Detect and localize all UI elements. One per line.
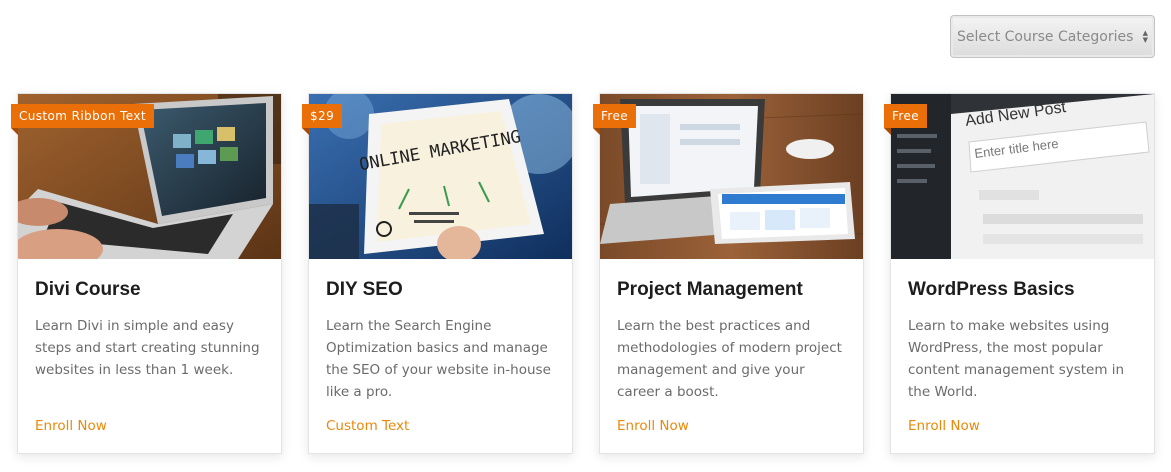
course-category-select[interactable]: Select Course Categories ▲ ▼: [950, 15, 1155, 58]
ribbon-badge: Custom Ribbon Text: [11, 104, 154, 135]
course-description: Learn to make websites using WordPress, …: [908, 318, 1125, 400]
course-title[interactable]: WordPress Basics: [908, 279, 1144, 301]
course-image-laptop-tablet[interactable]: [600, 94, 863, 259]
wordpress-editor-photo-illustration: Add New Post Enter title here: [891, 94, 1154, 259]
course-description: Learn the best practices and methodologi…: [617, 318, 842, 400]
select-arrows-icon: ▲ ▼: [1142, 29, 1148, 44]
course-card-seo: ONLINE MARKETING $29 DIY SEO Learn the S…: [302, 93, 573, 454]
custom-text-link[interactable]: Custom Text: [326, 418, 409, 434]
course-image-marketing[interactable]: ONLINE MARKETING: [309, 94, 572, 259]
ribbon-badge: Free: [593, 104, 637, 135]
course-card-divi: Custom Ribbon Text Divi Course Learn Div…: [11, 93, 282, 454]
arrow-down-icon: ▼: [1142, 35, 1148, 44]
course-card-wordpress: Add New Post Enter title here Free WordP…: [884, 93, 1155, 454]
course-title[interactable]: Project Management: [617, 279, 853, 301]
course-grid-page: Select Course Categories ▲ ▼ Custom Ribb…: [0, 0, 1171, 472]
enroll-now-link[interactable]: Enroll Now: [908, 418, 980, 434]
category-select-label: Select Course Categories: [957, 28, 1134, 45]
course-title[interactable]: DIY SEO: [326, 279, 562, 301]
laptop-tablet-photo-illustration: [600, 94, 863, 259]
course-image-wordpress-editor[interactable]: Add New Post Enter title here: [891, 94, 1154, 259]
enroll-now-link[interactable]: Enroll Now: [35, 418, 107, 434]
course-title[interactable]: Divi Course: [35, 279, 271, 301]
enroll-now-link[interactable]: Enroll Now: [617, 418, 689, 434]
online-marketing-photo-illustration: ONLINE MARKETING: [309, 94, 572, 259]
course-description: Learn Divi in simple and easy steps and …: [35, 318, 260, 378]
ribbon-badge: Free: [884, 104, 928, 135]
course-description: Learn the Search Engine Optimization bas…: [326, 318, 551, 400]
course-card-project-management: Free Project Management Learn the best p…: [593, 93, 864, 454]
ribbon-badge: $29: [302, 104, 343, 135]
